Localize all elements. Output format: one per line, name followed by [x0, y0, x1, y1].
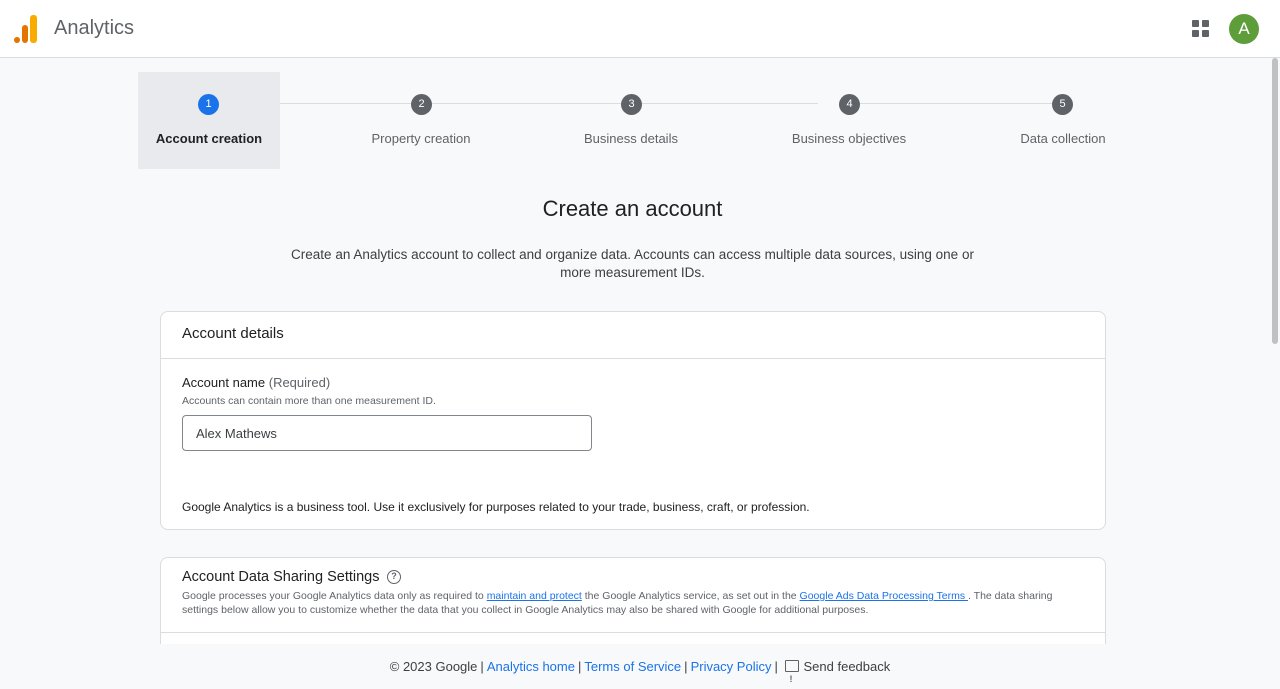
account-avatar[interactable]: A	[1229, 14, 1259, 44]
step-label: Business objectives	[791, 131, 907, 146]
setup-stepper: 1 Account creation 2 Property creation 3…	[138, 72, 1142, 169]
terms-of-service-link[interactable]: Terms of Service	[584, 659, 681, 674]
analytics-home-link[interactable]: Analytics home	[487, 659, 575, 674]
desc-text: the Google Analytics service, as set out…	[581, 590, 800, 602]
business-tool-notice: Google Analytics is a business tool. Use…	[182, 500, 810, 514]
step-number-badge: 5	[1052, 94, 1073, 115]
send-feedback-label: Send feedback	[803, 659, 891, 674]
step-label: Business details	[584, 131, 678, 146]
apps-grid-icon[interactable]	[1192, 20, 1210, 38]
page-title: Create an account	[542, 196, 723, 221]
footer-separator: |	[577, 659, 582, 674]
step-label: Account creation	[155, 131, 263, 146]
step-label: Data collection	[1020, 131, 1106, 146]
footer-separator: |	[480, 659, 484, 674]
send-feedback-button[interactable]: Send feedback	[784, 644, 891, 689]
step-number-badge: 2	[411, 94, 432, 115]
account-name-label: Account name (Required)	[182, 375, 330, 390]
page-footer: © 2023 Google | Analytics home | Terms of Se…	[0, 644, 1280, 689]
footer-separator: |	[774, 659, 778, 674]
logo-bar-large	[30, 15, 37, 43]
app-title[interactable]: Analytics	[54, 16, 134, 40]
account-name-hint: Accounts can contain more than one measu…	[182, 395, 436, 407]
page-scrollbar[interactable]	[1270, 58, 1280, 689]
apps-grid-dot	[1202, 30, 1209, 37]
data-sharing-title: Account Data Sharing Settings	[182, 569, 380, 585]
card-divider	[161, 632, 1105, 633]
field-label-text: Account name	[182, 375, 266, 390]
help-circle-icon[interactable]: ?	[387, 570, 401, 584]
maintain-protect-link[interactable]: maintain and protect	[487, 590, 582, 602]
top-app-bar: Analytics A	[0, 0, 1280, 58]
account-details-card: Account details Account name (Required) …	[160, 311, 1106, 530]
step-property-creation[interactable]: 2 Property creation	[361, 72, 481, 169]
feedback-icon	[784, 657, 799, 689]
apps-grid-dot	[1192, 20, 1199, 27]
page-description: Create an Analytics account to collect a…	[291, 247, 974, 280]
logo-bar-small	[14, 37, 20, 43]
step-label: Property creation	[371, 131, 471, 146]
footer-separator: |	[684, 659, 688, 674]
step-account-creation[interactable]: 1 Account creation	[138, 72, 280, 169]
account-name-input[interactable]	[182, 415, 592, 451]
step-data-collection[interactable]: 5 Data collection	[1008, 72, 1118, 169]
privacy-policy-link[interactable]: Privacy Policy	[691, 659, 772, 674]
ads-data-processing-terms-link[interactable]: Google Ads Data Processing Terms	[800, 590, 968, 602]
analytics-logo-icon[interactable]	[14, 15, 38, 43]
data-sharing-description: Google processes your Google Analytics d…	[182, 589, 1082, 617]
copyright-text: © 2023 Google	[389, 659, 478, 674]
step-number-badge: 1	[198, 94, 219, 115]
step-number-badge: 4	[839, 94, 860, 115]
required-marker: (Required)	[268, 375, 331, 390]
step-business-details[interactable]: 3 Business details	[571, 72, 691, 169]
apps-grid-dot	[1192, 30, 1199, 37]
step-business-objectives[interactable]: 4 Business objectives	[784, 72, 914, 169]
apps-grid-dot	[1202, 20, 1209, 27]
logo-bar-medium	[22, 25, 28, 43]
desc-text: Google processes your Google Analytics d…	[182, 590, 487, 602]
scrollbar-thumb[interactable]	[1272, 58, 1278, 344]
step-number-badge: 3	[621, 94, 642, 115]
stepper-line	[220, 103, 818, 104]
card-header: Account details	[161, 312, 1105, 359]
